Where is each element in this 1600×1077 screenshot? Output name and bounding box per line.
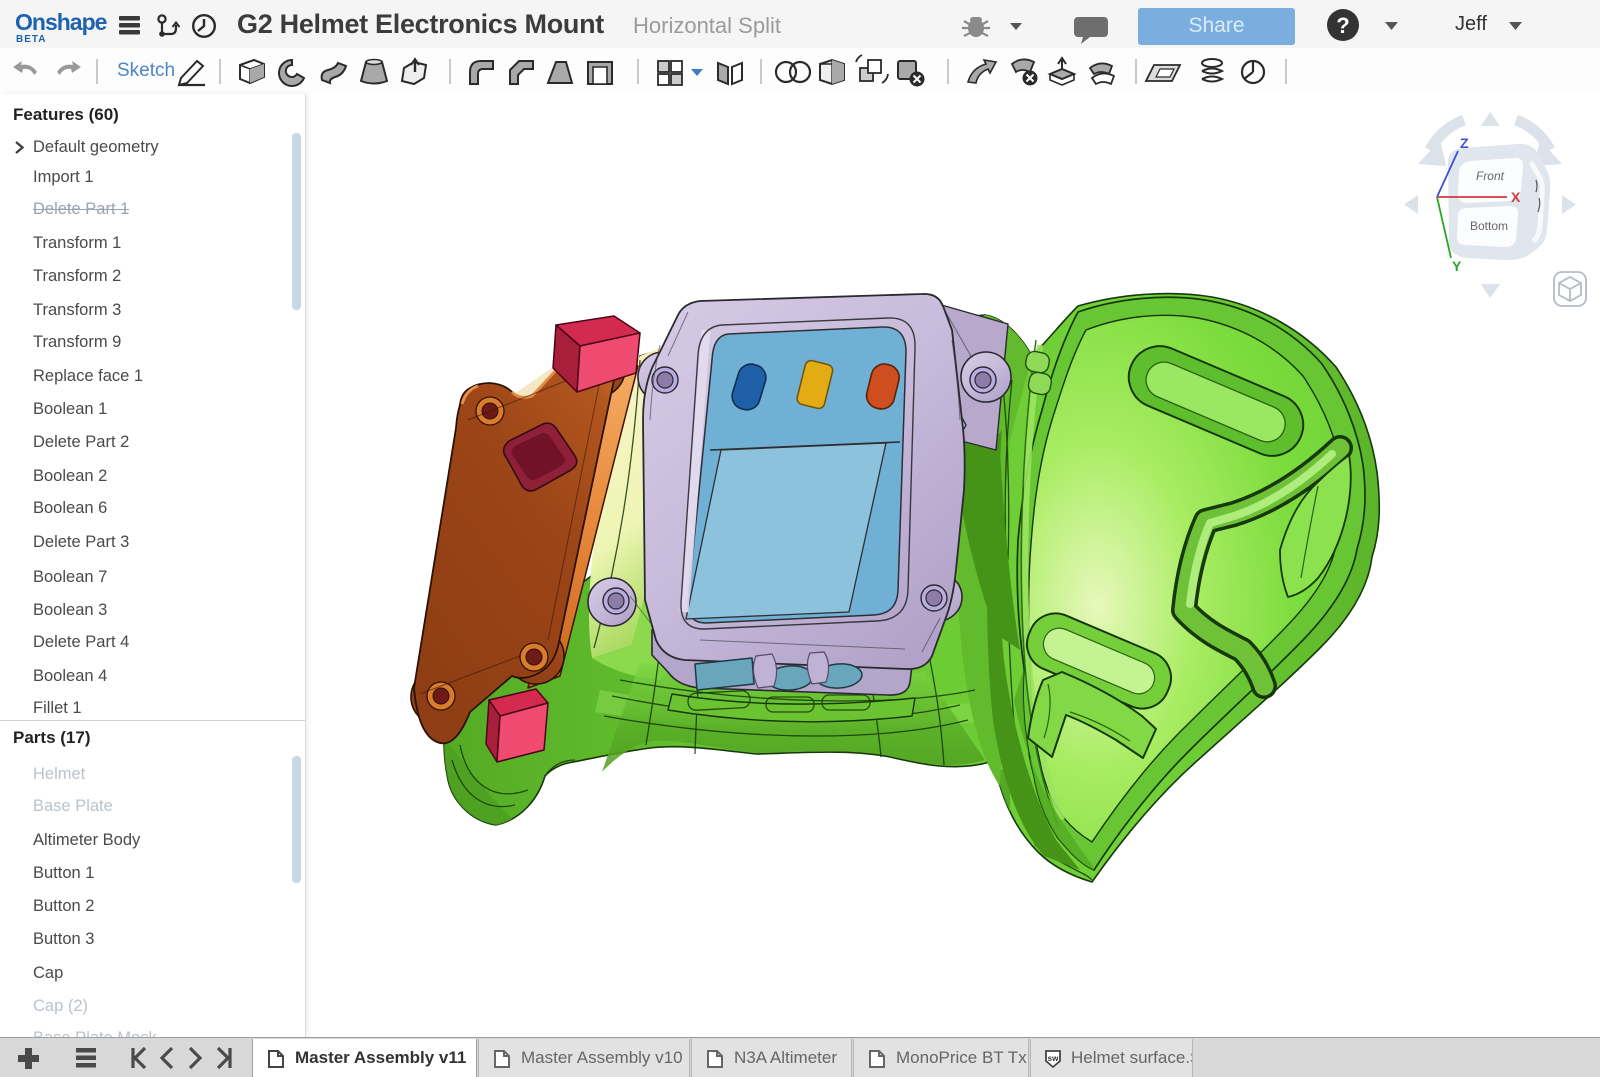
- svg-text:Bottom: Bottom: [1470, 219, 1508, 233]
- svg-text:?: ?: [1336, 13, 1349, 38]
- svg-text:X: X: [1511, 189, 1521, 205]
- svg-text:Y: Y: [1452, 258, 1462, 274]
- svg-text:sw: sw: [1048, 1054, 1059, 1063]
- svg-text:Z: Z: [1460, 135, 1469, 151]
- svg-text:Front: Front: [1476, 169, 1505, 183]
